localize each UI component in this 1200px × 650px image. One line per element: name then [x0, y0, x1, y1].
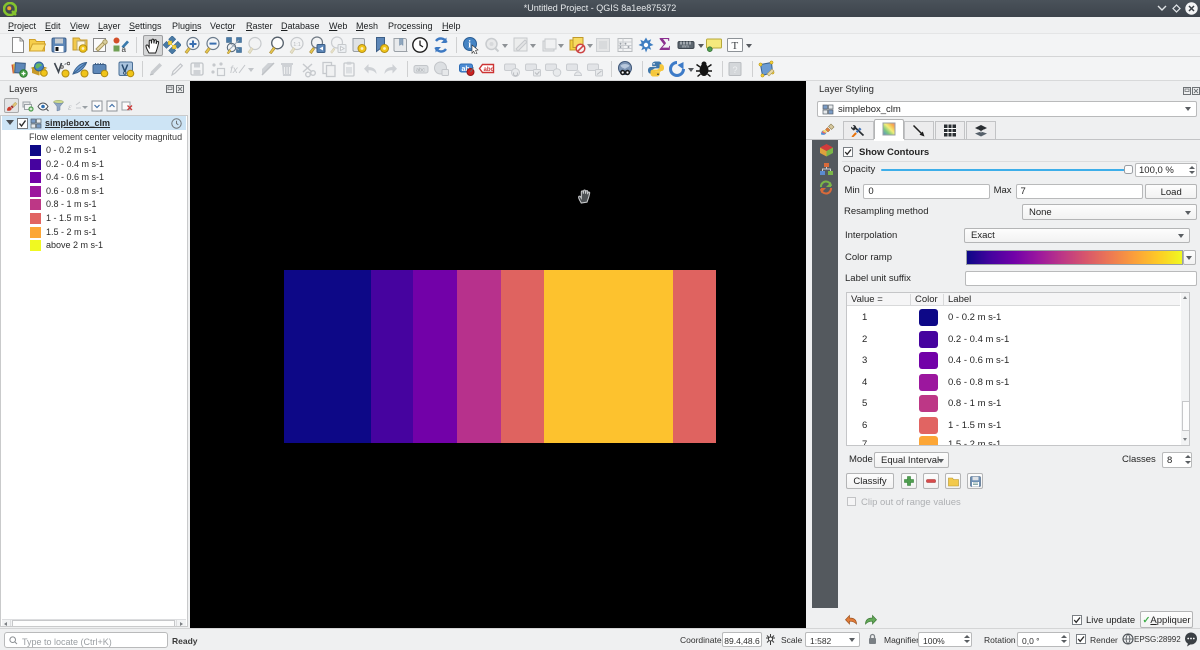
- svg-text:ε: ε: [68, 102, 72, 112]
- svg-text:fx: fx: [230, 65, 239, 76]
- svg-text:a: a: [122, 45, 127, 54]
- svg-text:abc: abc: [416, 68, 425, 74]
- svg-text:abc: abc: [484, 67, 495, 73]
- svg-text:T: T: [732, 40, 739, 52]
- svg-text:?: ?: [733, 65, 738, 75]
- svg-text:i: i: [468, 40, 471, 51]
- svg-text:1:1: 1:1: [293, 42, 301, 48]
- svg-text:mm: mm: [682, 44, 689, 49]
